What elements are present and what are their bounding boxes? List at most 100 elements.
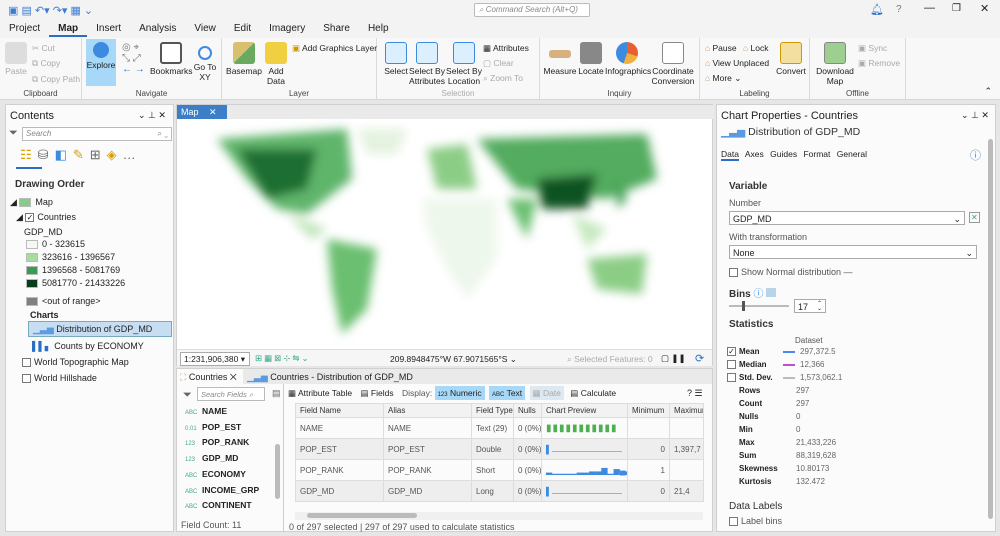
clear-button[interactable]: ▢ Clear — [483, 58, 514, 69]
number-field-select[interactable]: GDP_MD ⌄ — [729, 211, 965, 225]
list-by-snapping-icon[interactable]: ⊞ — [90, 147, 107, 162]
show-normal-checkbox[interactable] — [729, 268, 738, 278]
sync-button[interactable]: ▣ Sync — [858, 43, 887, 54]
basemap-button[interactable]: Basemap — [226, 42, 262, 76]
help-button[interactable]: ? — [896, 4, 902, 15]
tab-insert[interactable]: Insert — [87, 20, 130, 37]
world-topographic-layer[interactable]: World Topographic Map — [22, 357, 129, 368]
copy-path-button[interactable]: ⧉ Copy Path — [32, 74, 80, 85]
pause-drawing-button[interactable]: ▢ ❚❚ — [661, 353, 686, 364]
add-field-icon[interactable]: ▤ — [272, 388, 281, 399]
column-header[interactable]: Minimum — [627, 403, 670, 418]
field-item[interactable]: ABC CONTINENT — [185, 500, 252, 510]
tab-guides[interactable]: Guides — [770, 149, 797, 159]
label-bins-checkbox[interactable] — [729, 517, 738, 527]
select-by-attributes-button[interactable]: Select By Attributes — [409, 42, 445, 86]
tab-share[interactable]: Share — [314, 20, 359, 37]
tab-imagery[interactable]: Imagery — [260, 20, 314, 37]
coordinate-conversion-button[interactable]: Coordinate Conversion — [650, 42, 696, 86]
remove-button[interactable]: ▣ Remove — [858, 58, 900, 69]
attribute-table-button[interactable]: ▦ Attribute Table — [288, 388, 352, 398]
date-toggle[interactable]: ▦ Date — [529, 386, 564, 400]
add-data-button[interactable]: Add Data — [262, 42, 290, 86]
list-by-drawing-order-icon[interactable]: ☷ — [20, 147, 38, 162]
tab-project[interactable]: Project — [0, 20, 49, 37]
quick-access-toolbar-icons[interactable]: ▣ ▤ ↶▾ ↷▾ ▦ ⌄ — [8, 4, 93, 17]
chart-item-counts[interactable]: ▌▌▖ Counts by ECONOMY — [32, 341, 144, 352]
tab-general[interactable]: General — [837, 149, 867, 159]
tab-format[interactable]: Format — [803, 149, 830, 159]
bins-stepper[interactable]: 17 ⌃ ⌄ — [794, 299, 826, 313]
column-header[interactable]: Field Name — [295, 403, 384, 418]
minimize-button[interactable]: — — [924, 2, 935, 14]
column-header[interactable]: Chart Preview — [541, 403, 628, 418]
statistic-checkbox[interactable] — [727, 360, 736, 370]
selected-features[interactable]: ⌕ Selected Features: 0 — [567, 354, 653, 365]
countries-layer[interactable]: ◢ ✓ Countries — [16, 212, 76, 223]
tab-analysis[interactable]: Analysis — [130, 20, 185, 37]
tab-map-view[interactable]: Map ✕ — [177, 105, 227, 119]
table-row[interactable]: POP_RANK POP_RANK Short 0 (0%) ▂▁▁▁▁▂▂▃▃▆▁▅▄… — [295, 459, 704, 481]
map-tools-icons[interactable]: ⊞▦⊠⊹⇋⌄ — [255, 353, 311, 364]
bins-slider[interactable] — [729, 301, 789, 311]
numeric-toggle[interactable]: 123 Numeric — [434, 386, 485, 400]
statistic-checkbox[interactable]: ✓ — [727, 347, 736, 357]
measure-button[interactable]: Measure — [543, 42, 577, 76]
field-item[interactable]: ABC ECONOMY — [185, 469, 246, 479]
layer-checkbox[interactable] — [22, 374, 31, 384]
statistic-checkbox[interactable] — [727, 373, 736, 383]
column-header[interactable]: Field Type — [471, 403, 514, 418]
convert-button[interactable]: Convert — [776, 42, 806, 76]
view-unplaced-button[interactable]: ⌂ View Unplaced — [705, 58, 769, 68]
transformation-select[interactable]: None ⌄ — [729, 245, 977, 259]
statistic-guide-0[interactable]: ✓ Mean 297,372.5 — [727, 347, 836, 357]
field-item[interactable]: ABC NAME — [185, 406, 227, 416]
help-and-menu-icons[interactable]: ? ☰ — [687, 388, 703, 399]
pane-controls[interactable]: ⌄ ⊥ ✕ — [138, 110, 166, 121]
add-graphics-layer-button[interactable]: ▣ Add Graphics Layer — [292, 43, 377, 54]
show-normal-distribution[interactable]: Show Normal distribution — — [729, 267, 853, 278]
tab-map[interactable]: Map — [49, 20, 88, 37]
horizontal-scrollbar[interactable] — [295, 512, 703, 520]
world-hillshade-layer[interactable]: World Hillshade — [22, 373, 97, 384]
pause-button[interactable]: ⌂ Pause — [705, 43, 737, 53]
download-map-button[interactable]: Download Map — [814, 42, 856, 86]
more-options-icon[interactable]: … — [123, 147, 142, 162]
notification-icon[interactable]: 🔔︎ — [870, 3, 884, 16]
scale-selector[interactable]: 1:231,906,380 ▾ — [180, 352, 250, 366]
paste-button[interactable]: Paste — [4, 42, 28, 76]
map-node[interactable]: ◢ Map — [10, 197, 53, 208]
search-fields-input[interactable]: Search Fields ⌕ — [197, 387, 265, 401]
label-bins-option[interactable]: Label bins — [729, 516, 782, 527]
statistic-guide-2[interactable]: Std. Dev. 1,573,062.1 — [727, 373, 842, 383]
more-button[interactable]: ⌂ More ⌄ — [705, 73, 741, 84]
chart-item-distribution[interactable]: ▁▃▅ Distribution of GDP_MD — [28, 321, 172, 337]
info-icon[interactable]: ⓘ — [753, 289, 763, 300]
restore-button[interactable]: ❐ — [952, 3, 961, 14]
tab-axes[interactable]: Axes — [745, 149, 764, 159]
collapse-ribbon-button[interactable]: ⌃ — [984, 86, 992, 97]
statistic-guide-1[interactable]: Median 12,366 — [727, 360, 824, 370]
calculate-button[interactable]: ▤ Calculate — [570, 388, 616, 398]
list-by-labeling-icon[interactable]: ◈ — [107, 147, 123, 162]
close-tab-icon[interactable]: ✕ — [209, 107, 217, 117]
list-by-editing-icon[interactable]: ✎ — [73, 147, 90, 162]
lock-button[interactable]: ⌂ Lock — [743, 43, 768, 53]
layer-checkbox[interactable] — [22, 358, 31, 368]
tab-countries-table[interactable]: ⛶ Countries ✕ — [177, 369, 243, 384]
locate-button[interactable]: Locate — [577, 42, 605, 76]
table-row[interactable]: POP_EST POP_EST Double 0 (0%) ▌ 0 1,397,7 — [295, 438, 704, 460]
cut-button[interactable]: ✂ Cut — [32, 43, 55, 54]
column-header[interactable]: Nulls — [513, 403, 542, 418]
table-row[interactable]: NAME NAME Text (29) 0 (0%) ▮▮▮▮▮▮▮▮▮▮▮ — [295, 417, 704, 439]
help-icon[interactable]: ⓘ — [970, 147, 981, 163]
explore-button[interactable]: Explore — [86, 39, 116, 86]
copy-button[interactable]: ⧉ Copy — [32, 58, 60, 69]
tab-distribution-chart[interactable]: ▁▃▅ Countries - Distribution of GDP_MD — [247, 372, 413, 383]
map-canvas[interactable] — [177, 119, 712, 347]
fields-button[interactable]: ▤ Fields — [361, 388, 394, 398]
go-to-xy-button[interactable]: Go To XY — [192, 42, 218, 82]
filter-icon[interactable]: ⏷ — [183, 389, 192, 402]
zoom-to-button[interactable]: ⌕ Zoom To — [483, 73, 523, 84]
expression-button[interactable]: ✕ — [969, 212, 980, 223]
